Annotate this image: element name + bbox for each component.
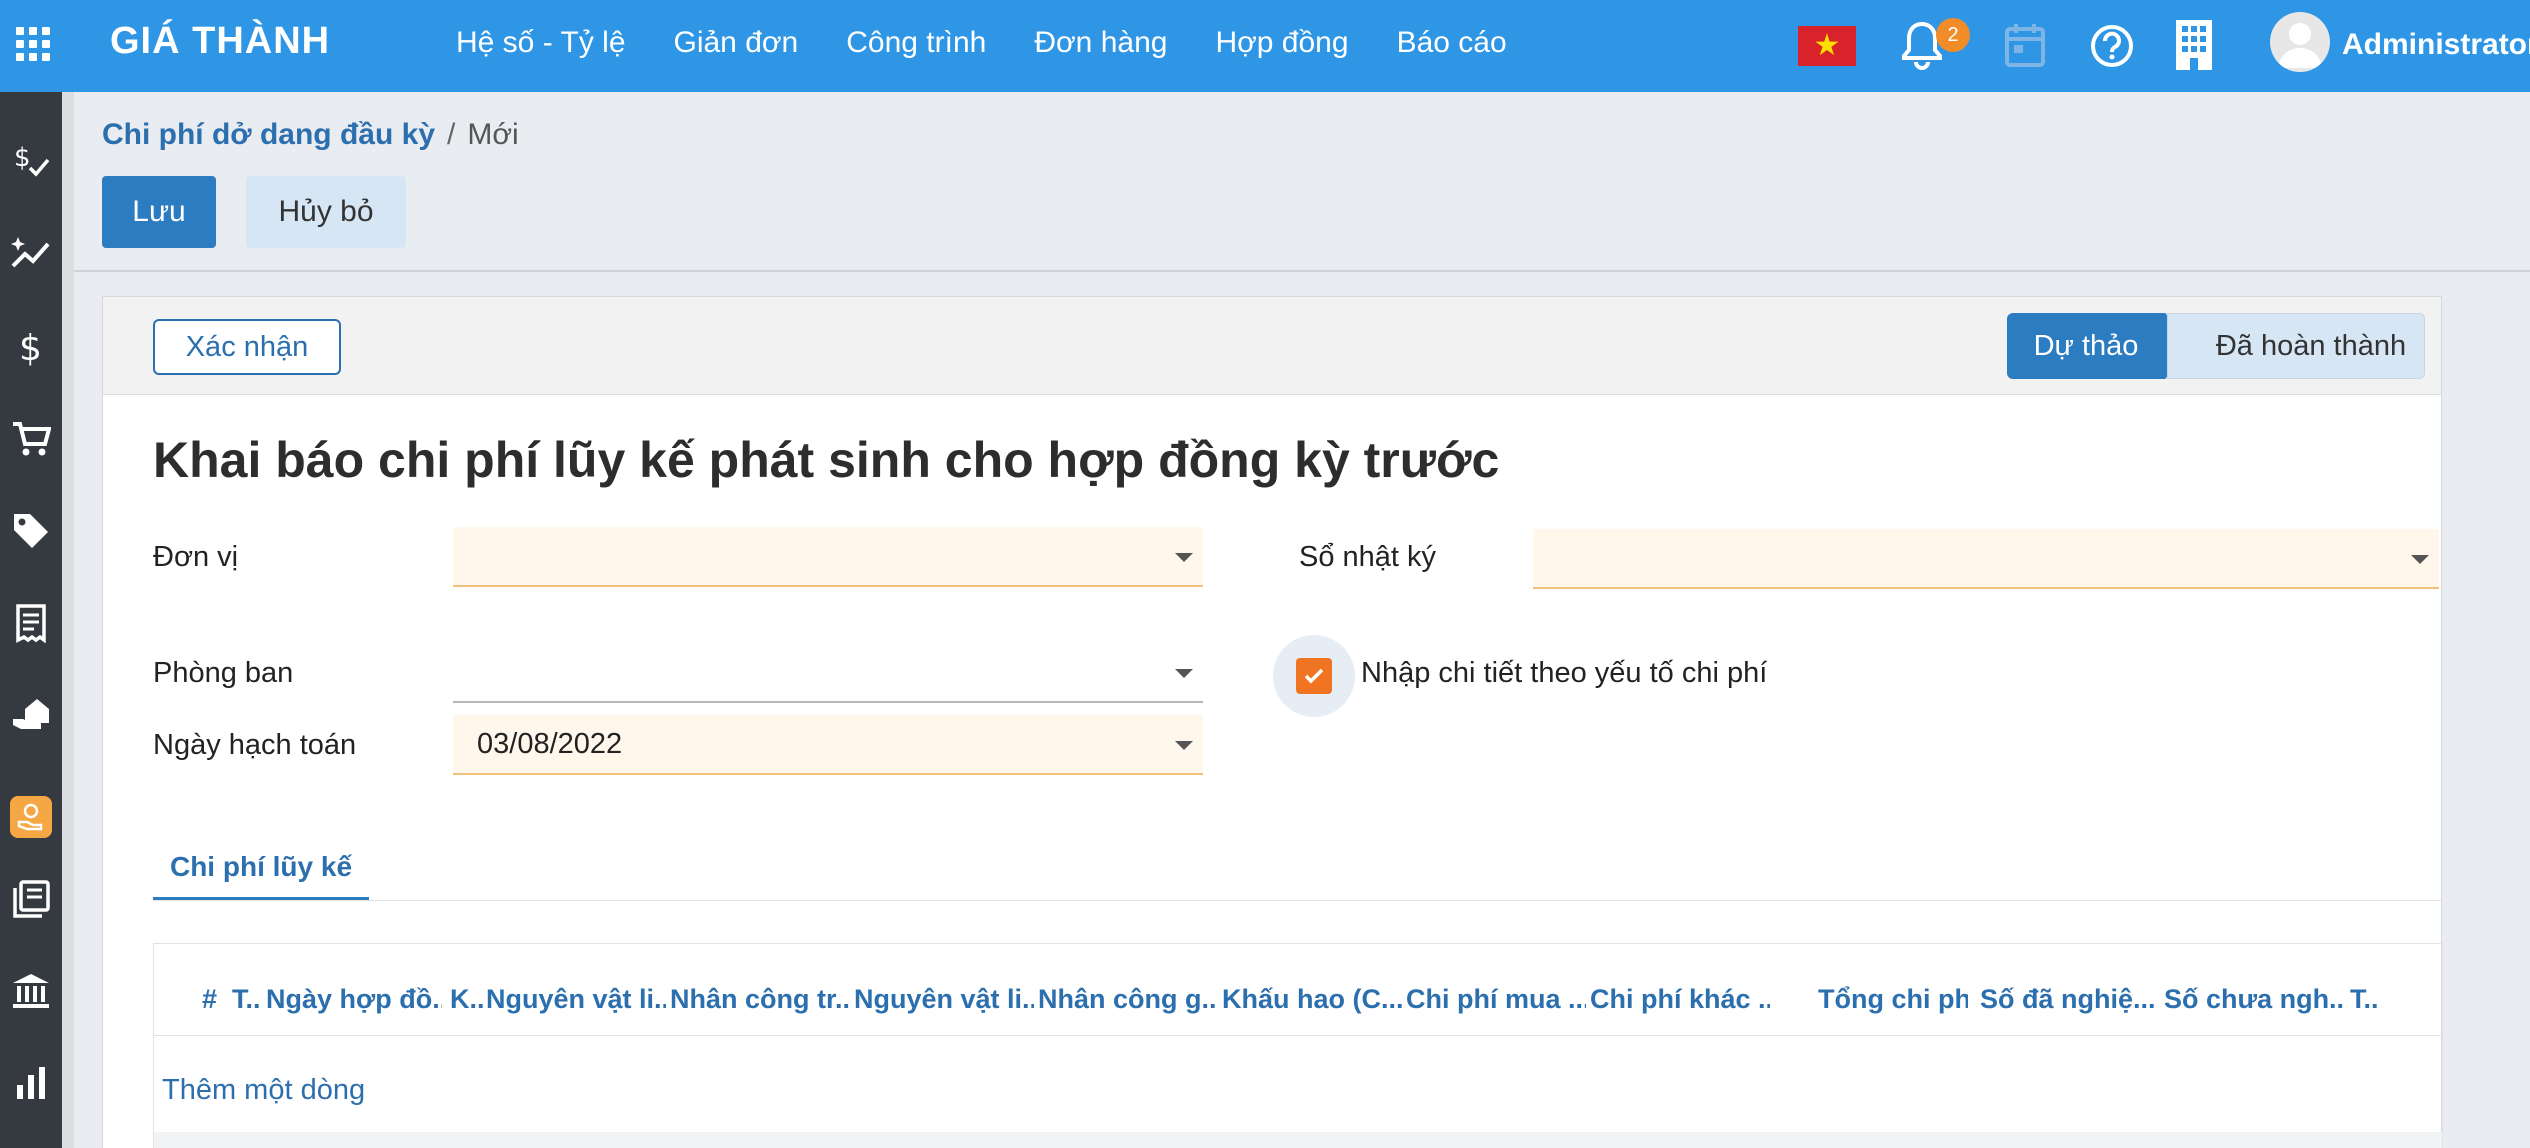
company-building-icon[interactable] (2174, 18, 2214, 72)
table-header: # T.. Ngày hợp đồ... K.. Nguyên vật li..… (154, 944, 2442, 1036)
date-label: Ngày hạch toán (153, 729, 357, 761)
dollar-icon[interactable]: $ (10, 326, 52, 368)
tab-chi-phi-luy-ke[interactable]: Chi phí lũy kế (153, 837, 369, 901)
app-brand[interactable]: GIÁ THÀNH (110, 20, 330, 63)
hand-coin-icon[interactable] (10, 796, 52, 838)
checkmark-icon (1304, 668, 1324, 684)
add-line-link[interactable]: Thêm một dòng (162, 1074, 365, 1107)
books-icon[interactable] (10, 878, 52, 920)
date-field[interactable]: 03/08/2022 (453, 715, 1203, 775)
col-other-cost[interactable]: Chi phí khác ... (1590, 984, 1770, 1015)
col-t1[interactable]: T.. (232, 984, 262, 1015)
unit-select[interactable] (453, 527, 1203, 587)
apps-grid-icon[interactable] (16, 27, 50, 61)
trend-up-icon[interactable] (10, 232, 52, 274)
breadcrumb-current: Mới (467, 118, 519, 151)
hand-house-icon[interactable] (10, 692, 52, 734)
svg-text:$: $ (19, 328, 42, 368)
bar-chart-icon[interactable] (10, 1062, 52, 1104)
help-icon[interactable] (2090, 24, 2134, 68)
department-select[interactable] (453, 643, 1203, 703)
col-accepted-amount[interactable]: Số đã nghiệ... (1980, 984, 2160, 1015)
confirm-button[interactable]: Xác nhận (153, 319, 341, 375)
vietnam-flag-icon[interactable]: ★ (1798, 26, 1856, 66)
department-dropdown-caret-icon[interactable] (1175, 669, 1193, 678)
menu-item-don-hang[interactable]: Đơn hàng (1034, 26, 1167, 60)
menu-item-bao-cao[interactable]: Báo cáo (1397, 26, 1507, 60)
left-sidebar: $ $ (0, 92, 62, 1148)
detail-checkbox-label[interactable]: Nhập chi tiết theo yếu tố chi phí (1361, 657, 1767, 690)
form-statusbar: Xác nhận Dự thảo Đã hoàn thành (103, 297, 2441, 395)
money-check-icon[interactable]: $ (10, 138, 52, 180)
col-material-1[interactable]: Nguyên vật li... (486, 984, 666, 1015)
col-contract-date[interactable]: Ngày hợp đồ... (266, 984, 442, 1015)
col-labor-direct[interactable]: Nhân công tr... (670, 984, 850, 1015)
breadcrumb: Chi phí dở dang đầu kỳ / Mới (102, 118, 519, 152)
receipt-icon[interactable] (10, 602, 52, 644)
date-value: 03/08/2022 (477, 728, 623, 760)
sidebar-scrollbar[interactable] (62, 92, 74, 1148)
tag-icon[interactable] (10, 510, 52, 552)
col-t2[interactable]: T.. (2350, 984, 2390, 1015)
user-name[interactable]: Administrator (2342, 28, 2530, 62)
col-unaccepted-amount[interactable]: Số chưa ngh... (2164, 984, 2344, 1015)
stage-draft[interactable]: Dự thảo (2007, 313, 2187, 379)
menu-item-hop-dong[interactable]: Hợp đồng (1215, 26, 1348, 60)
col-index[interactable]: # (202, 984, 226, 1015)
col-labor-indirect[interactable]: Nhân công g... (1038, 984, 1218, 1015)
unit-dropdown-caret-icon[interactable] (1175, 553, 1193, 562)
calendar-icon[interactable] (2004, 22, 2046, 68)
detail-checkbox-wrapper[interactable] (1273, 635, 1355, 717)
unit-label: Đơn vị (153, 541, 239, 573)
department-label: Phòng ban (153, 657, 294, 689)
form-title: Khai báo chi phí lũy kế phát sinh cho hợ… (153, 432, 1500, 488)
save-button[interactable]: Lưu (102, 176, 216, 248)
journal-select[interactable] (1533, 529, 2439, 589)
journal-label: Sổ nhật ký (1299, 541, 1437, 573)
date-dropdown-caret-icon[interactable] (1175, 741, 1193, 750)
menu-item-he-so-ty-le[interactable]: Hệ số - Tỷ lệ (456, 26, 626, 60)
col-purchase-cost[interactable]: Chi phí mua ... (1406, 984, 1586, 1015)
stage-completed[interactable]: Đã hoàn thành (2167, 313, 2425, 379)
col-material-2[interactable]: Nguyên vật li... (854, 984, 1034, 1015)
form-sheet: Xác nhận Dự thảo Đã hoàn thành Khai báo … (102, 296, 2443, 1148)
bank-icon[interactable] (10, 970, 52, 1012)
svg-text:$: $ (14, 143, 31, 173)
journal-dropdown-caret-icon[interactable] (2411, 555, 2429, 564)
notification-badge: 2 (1936, 18, 1970, 52)
breadcrumb-separator: / (447, 118, 456, 151)
user-avatar[interactable] (2270, 12, 2330, 72)
top-navbar: GIÁ THÀNH Hệ số - Tỷ lệ Giản đơn Công tr… (0, 0, 2530, 92)
col-depreciation[interactable]: Khấu hao (C... (1222, 984, 1402, 1015)
menu-item-gian-don[interactable]: Giản đơn (674, 26, 799, 60)
col-total-cost[interactable]: Tổng chi phí (1818, 984, 1968, 1015)
cost-table: # T.. Ngày hợp đồ... K.. Nguyên vật li..… (153, 943, 2443, 1148)
col-k[interactable]: K.. (450, 984, 484, 1015)
discard-button[interactable]: Hủy bỏ (246, 176, 406, 248)
breadcrumb-parent-link[interactable]: Chi phí dở dang đầu kỳ (102, 118, 435, 151)
control-panel-divider (74, 270, 2530, 272)
main-menu: Hệ số - Tỷ lệ Giản đơn Công trình Đơn hà… (456, 26, 1507, 60)
table-footer (154, 1132, 2442, 1148)
detail-checkbox[interactable] (1296, 658, 1332, 694)
menu-item-cong-trinh[interactable]: Công trình (846, 26, 986, 60)
cart-icon[interactable] (10, 418, 52, 460)
tab-divider (153, 900, 2443, 901)
